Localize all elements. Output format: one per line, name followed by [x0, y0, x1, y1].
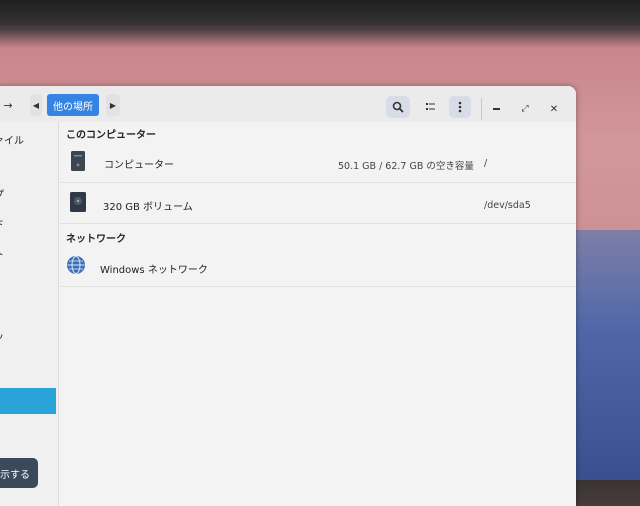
- chevron-left-icon: ◀: [32, 100, 40, 110]
- sidebar-item-documents[interactable]: ト: [0, 246, 4, 261]
- sidebar-action-button[interactable]: 示する: [0, 458, 38, 488]
- header-separator: [481, 98, 482, 120]
- breadcrumb-other-locations[interactable]: 他の場所: [47, 94, 99, 116]
- sidebar-item-label: プ: [0, 190, 4, 201]
- search-icon: [392, 101, 404, 113]
- search-button[interactable]: [386, 96, 410, 118]
- forward-arrow-icon: →: [3, 98, 13, 112]
- forward-button[interactable]: →: [0, 94, 16, 116]
- main-menu-button[interactable]: [449, 96, 471, 118]
- view-list-icon: [426, 103, 435, 110]
- minimize-icon: [492, 108, 500, 110]
- chevron-right-icon: ▶: [109, 100, 117, 110]
- list-item-computer[interactable]: コンピューター 50.1 GB / 62.7 GB の空き容量 /: [60, 142, 576, 183]
- sidebar: ァイル プ ド ト ッ 示する: [0, 122, 59, 506]
- minimize-button[interactable]: [488, 98, 504, 120]
- list-item-windows-network[interactable]: Windows ネットワーク: [60, 246, 576, 287]
- path-scroll-right-button[interactable]: ▶: [106, 94, 120, 116]
- list-item-volume[interactable]: 320 GB ボリューム /dev/sda5: [60, 183, 576, 224]
- header-bar: → ◀ 他の場所 ▶ ⤢ ✕: [0, 86, 576, 122]
- file-manager-window: → ◀ 他の場所 ▶ ⤢ ✕ イル 示する このコンピューター コンピューター …: [0, 86, 576, 506]
- maximize-icon: ⤢: [521, 104, 529, 114]
- sidebar-item-other-locations[interactable]: [0, 388, 56, 414]
- sidebar-item-label: ッ: [0, 332, 4, 343]
- close-icon: ✕: [549, 103, 559, 115]
- path-scroll-left-button[interactable]: ◀: [30, 94, 42, 116]
- item-name: 320 GB ボリューム: [103, 202, 193, 213]
- places-view: このコンピューター コンピューター 50.1 GB / 62.7 GB の空き容…: [60, 122, 576, 506]
- sidebar-item-label: ァイル: [0, 136, 24, 147]
- maximize-button[interactable]: ⤢: [517, 98, 533, 120]
- sidebar-item-desktop[interactable]: プ: [0, 186, 4, 201]
- item-name: Windows ネットワーク: [100, 265, 208, 276]
- item-path: /dev/sda5: [484, 200, 531, 211]
- hard-drive-icon: [70, 192, 86, 212]
- sidebar-item-files[interactable]: ァイル: [0, 132, 24, 147]
- view-toggle-button[interactable]: [419, 96, 443, 118]
- item-path: /: [484, 158, 488, 169]
- globe-icon: [67, 256, 85, 274]
- computer-icon: [71, 151, 85, 171]
- screen-bezel: [0, 0, 640, 26]
- desktop-wallpaper: [575, 230, 640, 480]
- section-title-network: ネットワーク: [66, 234, 126, 245]
- section-title-this-computer: このコンピューター: [66, 130, 156, 141]
- sidebar-item-label: ド: [0, 220, 4, 231]
- item-name: コンピューター: [104, 160, 174, 171]
- sidebar-item-downloads[interactable]: ド: [0, 216, 4, 231]
- sidebar-item-label: ト: [0, 250, 4, 261]
- sidebar-item-music[interactable]: ッ: [0, 328, 4, 343]
- menu-dots-icon: [458, 101, 462, 113]
- close-button[interactable]: ✕: [546, 98, 562, 120]
- item-free-space: 50.1 GB / 62.7 GB の空き容量: [338, 161, 474, 172]
